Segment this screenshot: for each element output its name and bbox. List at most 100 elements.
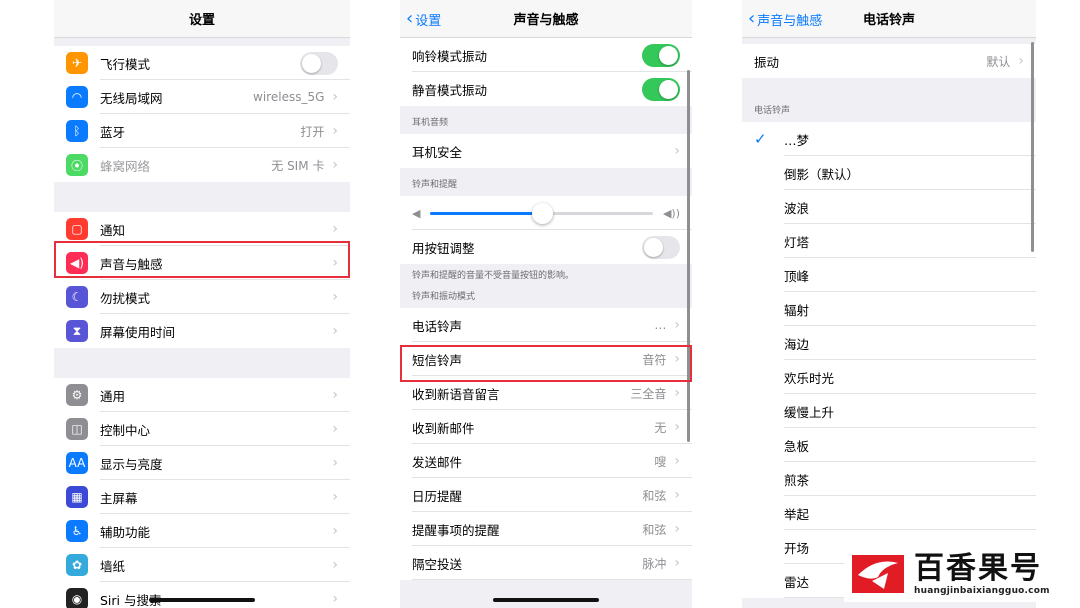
airplane-toggle[interactable] bbox=[300, 51, 338, 75]
change-with-buttons-toggle[interactable] bbox=[642, 235, 680, 259]
row-label: 静音模式振动 bbox=[412, 82, 488, 98]
settings-row[interactable]: ◉ Siri 与搜索 › bbox=[54, 582, 350, 608]
ringtone-row[interactable]: 急板 bbox=[742, 428, 1036, 462]
sound-pattern-row[interactable]: 发送邮件 嗖 › bbox=[400, 444, 692, 478]
sound-pattern-row[interactable]: 收到新语音留言 三全音 › bbox=[400, 376, 692, 410]
sound-pattern-row[interactable]: 短信铃声 音符 › bbox=[400, 342, 692, 376]
sound-pattern-row[interactable]: 电话铃声 … › bbox=[400, 308, 692, 342]
sound-pattern-row[interactable]: 收到新邮件 无 › bbox=[400, 410, 692, 444]
back-button[interactable]: ‹ 设置 bbox=[406, 0, 441, 38]
ringtone-row[interactable]: 欢乐时光 bbox=[742, 360, 1036, 394]
row-label: 发送邮件 bbox=[412, 454, 463, 470]
sound-pattern-row[interactable]: 日历提醒 和弦 › bbox=[400, 478, 692, 512]
wifi-icon: ◠ bbox=[66, 86, 88, 108]
wallpaper-icon: ✿ bbox=[66, 554, 88, 576]
settings-row[interactable]: ☾ 勿扰模式 › bbox=[54, 280, 350, 314]
settings-row[interactable]: ✿ 墙纸 › bbox=[54, 548, 350, 582]
vibrate-toggle[interactable] bbox=[642, 43, 680, 67]
ringtone-label: 倒影（默认） bbox=[784, 166, 860, 182]
ringtone-row[interactable]: 倒影（默认） bbox=[742, 156, 1036, 190]
speaker-low-icon: ◀ bbox=[412, 206, 421, 220]
scrollbar[interactable] bbox=[687, 70, 690, 442]
settings-row[interactable]: ◠ 无线局域网 wireless_5G › bbox=[54, 80, 350, 114]
row-value: 无 SIM 卡 bbox=[271, 158, 325, 173]
settings-navbar: 设置 bbox=[54, 0, 350, 38]
row-value: … bbox=[654, 318, 667, 332]
ringer-volume-slider[interactable]: ◀ ◀)) bbox=[400, 196, 692, 230]
ringtone-row[interactable]: 缓慢上升 bbox=[742, 394, 1036, 428]
slider-thumb[interactable] bbox=[531, 202, 553, 224]
settings-row[interactable]: ◫ 控制中心 › bbox=[54, 412, 350, 446]
chevron-right-icon: › bbox=[332, 455, 338, 471]
row-label: 响铃模式振动 bbox=[412, 48, 488, 64]
row-label: 显示与亮度 bbox=[100, 456, 163, 472]
chevron-right-icon: › bbox=[332, 489, 338, 505]
chevron-right-icon: › bbox=[332, 591, 338, 607]
siri-icon: ◉ bbox=[66, 588, 88, 608]
page-title: 电话铃声 bbox=[862, 13, 915, 28]
page-title: 设置 bbox=[188, 13, 215, 28]
ringtone-row[interactable]: 顶峰 bbox=[742, 258, 1036, 292]
settings-row[interactable]: ♿ 辅助功能 › bbox=[54, 514, 350, 548]
row-value: 打开 bbox=[300, 124, 325, 139]
ringtone-label: 顶峰 bbox=[784, 268, 810, 284]
slider-track[interactable] bbox=[430, 202, 653, 224]
chevron-right-icon: › bbox=[674, 521, 680, 537]
ringtone-label: 灯塔 bbox=[784, 234, 810, 250]
vibration-group: 响铃模式振动 静音模式振动 bbox=[400, 38, 692, 106]
ringtone-row[interactable]: 举起 bbox=[742, 496, 1036, 530]
ringtone-label: 辐射 bbox=[784, 302, 810, 318]
chevron-right-icon: › bbox=[1018, 53, 1024, 69]
ringtone-row[interactable]: 海边 bbox=[742, 326, 1036, 360]
vibrate-row: 响铃模式振动 bbox=[400, 38, 692, 72]
page-title: 声音与触感 bbox=[513, 13, 579, 28]
settings-group-general: ⚙ 通用 › ◫ 控制中心 › AA 显示与亮度 › ▦ 主屏幕 › ♿ 辅助功能 › ✿ 墙纸 › ◉ Siri 与… bbox=[54, 378, 350, 608]
row-label: 用按钮调整 bbox=[412, 240, 475, 256]
settings-row[interactable]: ⧗ 屏幕使用时间 › bbox=[54, 314, 350, 348]
row-label: 通用 bbox=[100, 388, 126, 404]
sound-pattern-row[interactable]: 提醒事项的提醒 和弦 › bbox=[400, 512, 692, 546]
settings-row[interactable]: ᛒ 蓝牙 打开 › bbox=[54, 114, 350, 148]
back-button[interactable]: ‹ 声音与触感 bbox=[748, 0, 822, 38]
home-indicator bbox=[149, 598, 255, 602]
settings-row[interactable]: ⦿ 蜂窝网络 无 SIM 卡 › bbox=[54, 148, 350, 182]
settings-screen: 设置 ✈ 飞行模式 ◠ 无线局域网 wireless_5G › ᛒ 蓝牙 打开 › ⦿ 蜂窝网络 无 S… bbox=[54, 0, 350, 608]
chevron-right-icon: › bbox=[332, 255, 338, 271]
ringtone-row[interactable]: 灯塔 bbox=[742, 224, 1036, 258]
ringtone-row[interactable]: 辐射 bbox=[742, 292, 1036, 326]
settings-row[interactable]: ✈ 飞行模式 bbox=[54, 46, 350, 80]
home-indicator bbox=[493, 598, 599, 602]
ringtone-screen: ‹ 声音与触感 电话铃声 振动 默认 › 电话铃声 ✓ …梦 倒影（默认） 波浪灯… bbox=[742, 0, 1036, 608]
row-value: 音符 bbox=[642, 352, 667, 367]
row-label: 电话铃声 bbox=[412, 318, 463, 334]
row-label: 墙纸 bbox=[100, 558, 126, 574]
headphone-safety-row[interactable]: 耳机安全 › bbox=[400, 134, 692, 168]
settings-row[interactable]: ◀) 声音与触感 › bbox=[54, 246, 350, 280]
chevron-right-icon: › bbox=[332, 557, 338, 573]
settings-row[interactable]: ▢ 通知 › bbox=[54, 212, 350, 246]
row-value: wireless_5G bbox=[253, 90, 325, 104]
settings-row[interactable]: AA 显示与亮度 › bbox=[54, 446, 350, 480]
scrollbar[interactable] bbox=[1031, 42, 1034, 252]
ringtone-row[interactable]: 煎茶 bbox=[742, 462, 1036, 496]
ringtone-label: …梦 bbox=[784, 132, 810, 148]
sound-pattern-row[interactable]: 隔空投送 脉冲 › bbox=[400, 546, 692, 580]
row-value: 无 bbox=[654, 420, 667, 435]
ringtone-label: 煎茶 bbox=[784, 472, 810, 488]
change-with-buttons-row: 用按钮调整 bbox=[400, 230, 692, 264]
row-label: 无线局域网 bbox=[100, 90, 163, 106]
chevron-left-icon: ‹ bbox=[748, 8, 756, 29]
ringtone-label: 波浪 bbox=[784, 200, 810, 216]
settings-row[interactable]: ⚙ 通用 › bbox=[54, 378, 350, 412]
row-label: 蜂窝网络 bbox=[100, 158, 151, 174]
ringtone-selected-row[interactable]: ✓ …梦 bbox=[742, 122, 1036, 156]
settings-group-notifications: ▢ 通知 › ◀) 声音与触感 › ☾ 勿扰模式 › ⧗ 屏幕使用时间 › bbox=[54, 212, 350, 348]
watermark-url: huangjinbaixiangguo.com bbox=[914, 586, 1050, 596]
cellular-icon: ⦿ bbox=[66, 154, 88, 176]
ringtone-list: 倒影（默认） 波浪 灯塔 顶峰 辐射 海边 欢乐时光 缓慢上升 急板 煎茶 举起 开场 雷达 bbox=[742, 156, 1036, 598]
vibrate-toggle[interactable] bbox=[642, 77, 680, 101]
ringtone-row[interactable]: 波浪 bbox=[742, 190, 1036, 224]
vibration-row[interactable]: 振动 默认 › bbox=[742, 44, 1036, 78]
settings-row[interactable]: ▦ 主屏幕 › bbox=[54, 480, 350, 514]
chevron-right-icon: › bbox=[332, 421, 338, 437]
